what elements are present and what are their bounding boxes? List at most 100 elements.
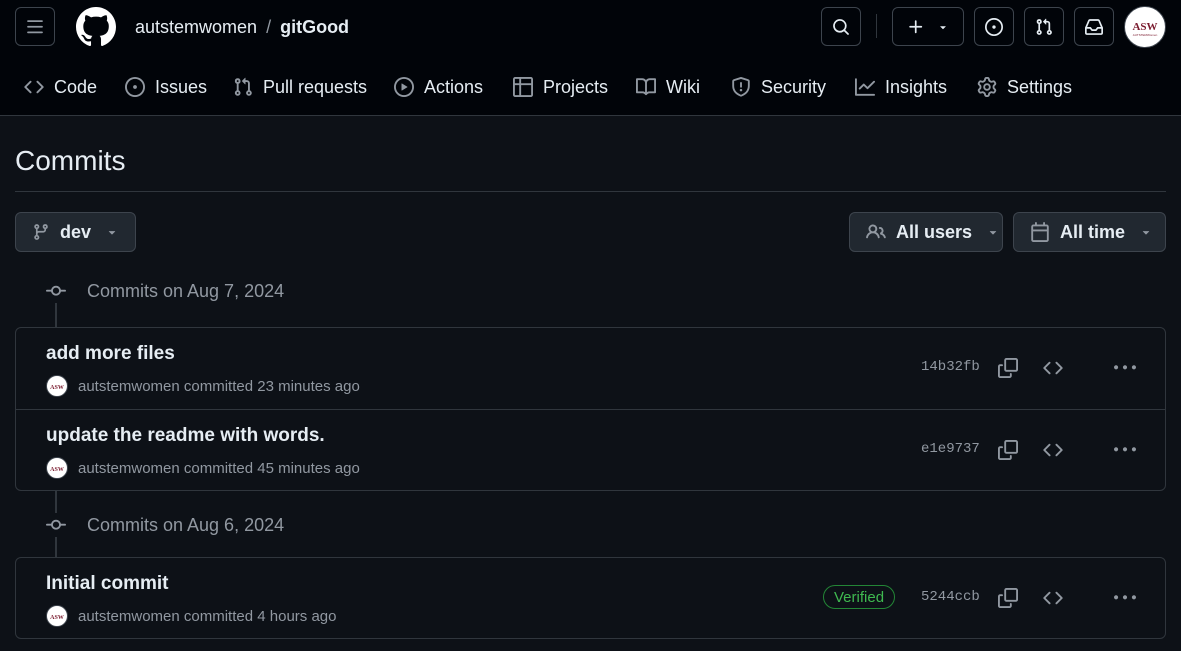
commit-message-link[interactable]: update the readme with words. [46,425,325,447]
commit-group-heading: Commits on Aug 7, 2024 [46,279,284,303]
commit-action: committed [183,377,254,395]
tab-actions[interactable]: Actions [394,66,483,108]
copy-icon [998,440,1018,460]
branch-selector-label: dev [60,221,92,242]
github-logo-icon[interactable] [76,7,116,47]
copy-sha-button[interactable] [995,437,1021,463]
commit-sha-link[interactable]: 14b32fb [921,359,980,375]
copy-icon [998,588,1018,608]
verified-badge[interactable]: Verified [823,585,896,609]
commit-sha-link[interactable]: 5244ccb [921,589,980,605]
copy-sha-button[interactable] [995,585,1021,611]
tab-projects-label: Projects [543,76,609,97]
timeline-connector [55,303,57,328]
commit-meta: ASW autstemwomen committed 4 hours ago [46,605,336,627]
tab-wiki-label: Wiki [666,76,700,97]
commit-group-heading: Commits on Aug 6, 2024 [46,513,284,537]
your-issues-button[interactable] [974,7,1014,46]
more-options-button[interactable] [1112,355,1138,381]
more-options-button[interactable] [1112,585,1138,611]
users-filter-label: All users [896,221,973,242]
triangle-down-icon [108,231,116,235]
commit-sha-link[interactable]: e1e9737 [921,441,980,457]
commit-time: 45 minutes ago [257,459,360,477]
commit-row: update the readme with words. ASW autste… [16,409,1165,490]
commit-meta: ASW autstemwomen committed 45 minutes ag… [46,457,360,479]
avatar-text: ASW [1132,20,1158,33]
triangle-down-icon [1142,231,1150,235]
git-commit-icon [46,285,66,296]
users-filter[interactable]: All users [849,212,1003,252]
avatar-subtext: AUTSTEMWomen [1132,32,1158,37]
page-title: Commits [15,145,126,176]
git-commit-icon [46,519,66,530]
commit-time: 4 hours ago [257,607,337,625]
issue-opened-icon [125,77,145,97]
copy-icon [998,358,1018,378]
code-icon [1043,361,1063,375]
create-new-button[interactable] [892,7,964,46]
tab-pull-requests[interactable]: Pull requests [233,66,367,108]
author-link[interactable]: autstemwomen [78,608,180,625]
time-filter-label: All time [1060,221,1126,242]
commit-action: committed [183,607,254,625]
author-avatar[interactable]: ASW [46,375,68,397]
browse-repo-button[interactable] [1040,437,1066,463]
kebab-horizontal-icon [1114,595,1136,600]
gear-icon [977,77,997,97]
shield-icon [732,77,750,97]
code-icon [1043,591,1063,605]
user-avatar[interactable]: ASW AUTSTEMWomen [1124,6,1166,48]
copy-sha-button[interactable] [995,355,1021,381]
people-icon [866,224,886,239]
tab-issues-label: Issues [155,76,208,97]
tab-projects[interactable]: Projects [513,66,608,108]
browse-repo-button[interactable] [1040,585,1066,611]
chevron-down-icon [940,25,946,29]
search-button[interactable] [821,7,861,46]
kebab-horizontal-icon [1114,447,1136,452]
menu-button[interactable] [15,7,55,46]
triangle-down-icon [989,231,997,235]
header-divider [876,14,877,38]
author-avatar[interactable]: ASW [46,605,68,627]
tab-insights-label: Insights [885,76,948,97]
search-icon [833,18,849,35]
tab-wiki[interactable]: Wiki [636,66,700,108]
tab-settings[interactable]: Settings [977,66,1072,108]
branch-selector[interactable]: dev [15,212,136,252]
timeline-connector [55,491,57,513]
browse-repo-button[interactable] [1040,355,1066,381]
inbox-icon [1085,18,1103,35]
breadcrumb-separator: / [266,17,272,37]
commit-message-link[interactable]: Initial commit [46,573,168,595]
plus-icon [909,19,923,33]
git-pull-request-icon [1036,18,1052,35]
commit-group-date: Commits on Aug 6, 2024 [87,514,285,535]
tab-issues[interactable]: Issues [125,66,207,108]
your-pull-requests-button[interactable] [1024,7,1064,46]
commit-message-link[interactable]: add more files [46,343,175,365]
inbox-button[interactable] [1074,7,1114,46]
commit-action: committed [183,459,254,477]
repo-owner-link[interactable]: autstemwomen [135,16,257,38]
kebab-horizontal-icon [1114,365,1136,370]
author-avatar[interactable]: ASW [46,457,68,479]
tab-insights[interactable]: Insights [855,66,947,108]
title-divider [15,191,1166,192]
tab-security-label: Security [761,76,827,97]
repo-name-link[interactable]: gitGood [280,16,349,38]
time-filter[interactable]: All time [1013,212,1166,252]
author-link[interactable]: autstemwomen [78,460,180,477]
commit-row: Initial commit ASW autstemwomen committe… [16,558,1165,639]
commit-row: add more files ASW autstemwomen committe… [16,328,1165,409]
author-link[interactable]: autstemwomen [78,378,180,395]
menu-icon [27,19,43,33]
git-pull-request-icon [234,77,252,96]
tab-security[interactable]: Security [731,66,826,108]
code-icon [24,80,44,94]
tab-actions-label: Actions [424,76,484,97]
tab-code[interactable]: Code [24,66,97,108]
more-options-button[interactable] [1112,437,1138,463]
commit-meta: ASW autstemwomen committed 23 minutes ag… [46,375,360,397]
